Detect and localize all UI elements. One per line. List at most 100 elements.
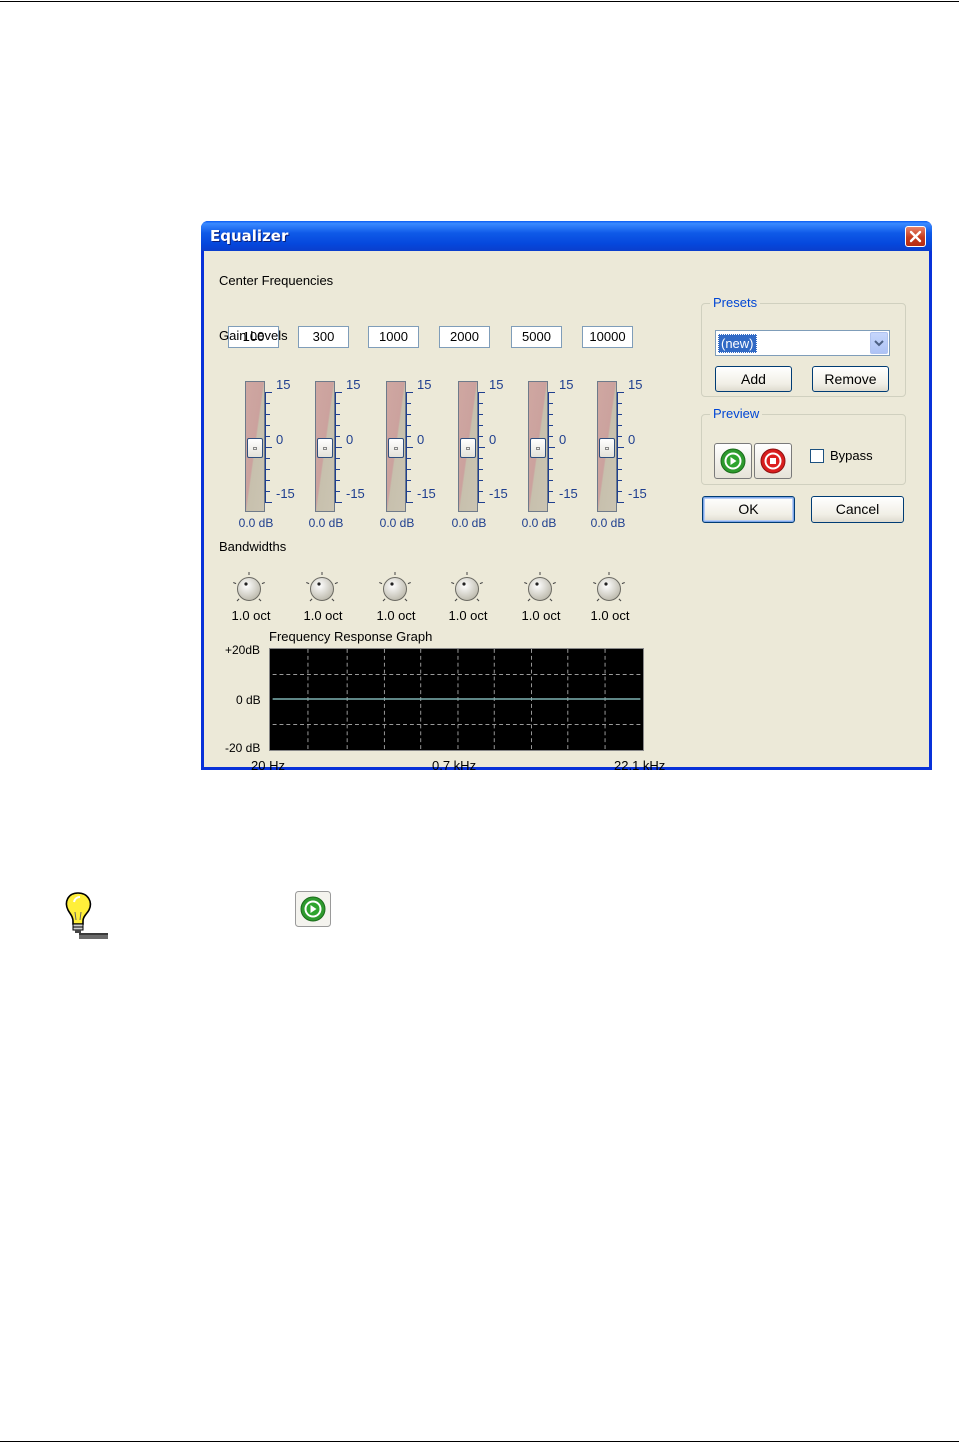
gain-slider[interactable] [386,381,406,512]
gain-scale-bottom: -15 [276,486,295,501]
scale-tick [266,447,272,448]
gain-slider-thumb[interactable] [530,437,546,458]
bandwidth-knob[interactable] [449,569,485,605]
center-frequency-field[interactable]: 10000 [582,326,633,348]
gain-slider-thumb[interactable] [388,437,404,458]
scale-tick [618,502,624,503]
bandwidth-knob[interactable] [377,569,413,605]
add-preset-button[interactable]: Add [715,366,792,392]
scale-tick [479,425,483,426]
remove-preset-button[interactable]: Remove [812,366,889,392]
knob-tick [451,582,455,585]
gain-slider-thumb[interactable] [599,437,615,458]
scale-tick [549,403,553,404]
preset-select[interactable]: (new) [715,330,890,356]
knob-body [528,577,552,601]
bandwidth-knob[interactable] [231,569,267,605]
knob-body [310,577,334,601]
scale-tick [618,480,622,481]
close-button[interactable] [905,226,926,247]
preset-selected-value: (new) [718,334,757,353]
bandwidth-knob[interactable] [591,569,627,605]
scale-tick [266,502,272,503]
scale-tick [266,469,270,470]
gain-slider[interactable] [528,381,548,512]
knob-tick [593,582,597,585]
knob-tick [334,582,338,585]
title-bar[interactable]: Equalizer [201,221,932,251]
center-frequency-field[interactable]: 2000 [439,326,490,348]
center-frequency-field[interactable]: 1000 [368,326,419,348]
gain-value: 0.0 dB [379,516,415,530]
scale-tick [479,447,485,448]
scale-tick [407,469,411,470]
gain-scale [406,392,413,503]
gain-value: 0.0 dB [521,516,557,530]
cancel-button[interactable]: Cancel [811,496,904,523]
gain-slider-thumb[interactable] [247,437,263,458]
scale-tick [549,491,553,492]
scale-tick [618,447,624,448]
scale-tick [336,392,342,393]
scale-tick [618,414,622,415]
bandwidth-value: 1.0 oct [303,608,343,623]
graph-x-left: 20 Hz [251,758,285,773]
gain-slider[interactable] [315,381,335,512]
gain-scale [265,392,272,503]
window-title: Equalizer [210,227,289,245]
scale-tick [479,502,485,503]
stop-icon [760,448,786,474]
gain-scale-mid: 0 [489,432,497,447]
knob-tick [379,582,383,585]
scale-tick [549,447,555,448]
knob-indicator [244,582,248,586]
gain-scale-bottom: -15 [559,486,578,501]
gain-slider-thumb[interactable] [317,437,333,458]
knob-indicator [317,582,321,586]
gain-slider[interactable] [458,381,478,512]
scale-tick [336,469,340,470]
scale-tick [336,447,342,448]
graph-y-mid: 0 dB [236,693,261,707]
bypass-checkbox[interactable] [810,449,824,463]
gain-scale-bottom: -15 [417,486,436,501]
gain-value: 0.0 dB [451,516,487,530]
gain-scale-bottom: -15 [489,486,508,501]
center-frequency-field[interactable]: 5000 [511,326,562,348]
ok-button[interactable]: OK [702,496,795,523]
gain-scale-top: 15 [346,377,361,392]
gain-scale-mid: 0 [417,432,425,447]
scale-tick [407,502,413,503]
knob-indicator [535,582,539,586]
center-frequency-field[interactable]: 300 [298,326,349,348]
gain-scale-mid: 0 [628,432,636,447]
gain-value: 0.0 dB [238,516,274,530]
bandwidth-knob[interactable] [304,569,340,605]
preview-label: Preview [710,406,763,421]
gain-slider[interactable] [245,381,265,512]
scale-tick [549,480,553,481]
scale-tick [407,425,411,426]
knob-tick [407,582,411,585]
scale-tick [479,436,483,437]
bandwidth-knob[interactable] [522,569,558,605]
knob-tick [479,582,483,585]
gain-scale-top: 15 [276,377,291,392]
scale-tick [479,414,483,415]
scale-tick [549,414,553,415]
scale-tick [407,436,411,437]
gain-slider-thumb[interactable] [460,437,476,458]
graph-title: Frequency Response Graph [269,629,433,644]
gain-slider[interactable] [597,381,617,512]
chevron-down-icon[interactable] [870,332,888,354]
play-button[interactable] [714,443,752,479]
bandwidth-value: 1.0 oct [231,608,271,623]
bandwidth-value: 1.0 oct [448,608,488,623]
scale-tick [336,502,342,503]
gain-scale-top: 15 [417,377,432,392]
gain-scale-mid: 0 [276,432,284,447]
bypass-label: Bypass [830,448,873,463]
stop-button[interactable] [754,443,792,479]
scale-tick [336,458,340,459]
frequency-response-graph [269,648,644,751]
